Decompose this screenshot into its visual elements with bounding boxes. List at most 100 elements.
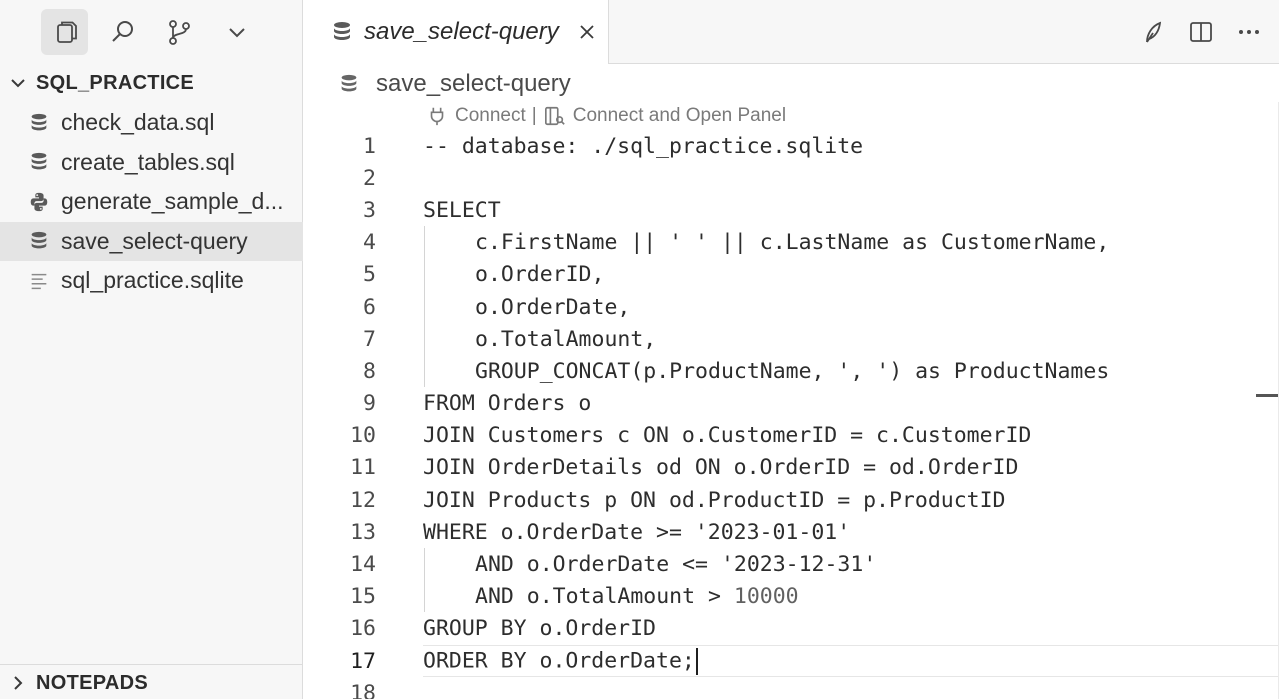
explorer-button[interactable] (41, 9, 88, 55)
code-line[interactable]: 12 JOIN Products p ON od.ProductID = p.Pr… (304, 484, 1279, 516)
code-line[interactable]: 8 GROUP_CONCAT(p.ProductName, ', ') as Pr… (304, 355, 1279, 387)
file-name: check_data.sql (61, 109, 215, 136)
code-text: GROUP_CONCAT(p.ProductName, ', ') as Pro… (475, 359, 1109, 384)
line-number: 6 (363, 294, 376, 320)
code-text-content: JOIN OrderDetails od ON o.OrderID = od.O… (423, 455, 1019, 481)
code-number-literal: 10000 (733, 584, 799, 610)
file-name: sql_practice.sqlite (61, 267, 244, 294)
line-number: 16 (350, 616, 376, 642)
editor-area: save_select-query save_select-query Conn… (304, 0, 1279, 699)
notepads-title: NOTEPADS (36, 671, 149, 694)
code-text-content: WHERE o.OrderDate >= '2023-01-01' (423, 519, 851, 545)
file-name: save_select-query (61, 227, 248, 254)
code-line[interactable]: 4 c.FirstName || ' ' || c.LastName as Cus… (304, 227, 1279, 259)
editor-actions (1135, 0, 1279, 64)
line-number: 5 (363, 262, 376, 288)
code-text-content: JOIN Products p ON od.ProductID = p.Prod… (423, 487, 1006, 513)
file-item[interactable]: sql_practice.sqlite (0, 261, 303, 301)
breadcrumb[interactable]: save_select-query (338, 68, 571, 100)
scrollbar-marker[interactable] (1256, 394, 1279, 397)
source-control-button[interactable] (155, 9, 202, 55)
line-number: 10 (350, 423, 376, 449)
code-line[interactable]: 18 (304, 677, 1279, 699)
code-editor[interactable]: 1 -- database: ./sql_practice.sqlite 2 3 SEL… (304, 130, 1279, 699)
code-text: JOIN Customers c ON o.CustomerID = c.Cus… (423, 423, 1031, 448)
file-name: generate_sample_d... (61, 188, 284, 215)
more-actions-button[interactable] (1231, 14, 1267, 50)
explorer-sidebar: SQL_PRACTICE check_data.sql create_tables… (0, 0, 303, 699)
database-icon (26, 228, 52, 254)
connect-link[interactable]: Connect (455, 105, 526, 127)
codelens: Connect | Connect and Open Panel (425, 102, 786, 130)
code-text: AND o.TotalAmount > 10000 (475, 584, 799, 609)
database-icon (338, 72, 362, 96)
code-line[interactable]: 13 WHERE o.OrderDate >= '2023-01-01' (304, 516, 1279, 548)
code-line[interactable]: 2 (304, 162, 1279, 194)
code-text-content: FROM Orders o (423, 391, 592, 417)
code-text: ORDER BY o.OrderDate; (423, 647, 698, 675)
code-text: JOIN Products p ON od.ProductID = p.Prod… (423, 488, 1005, 513)
code-line[interactable]: 11 JOIN OrderDetails od ON o.OrderID = od… (304, 452, 1279, 484)
split-editor-icon (1190, 22, 1212, 42)
code-line[interactable]: 10 JOIN Customers c ON o.CustomerID = c.C… (304, 420, 1279, 452)
code-line[interactable]: 5 o.OrderID, (304, 259, 1279, 291)
text-file-icon (26, 268, 52, 294)
notepads-header[interactable]: NOTEPADS (0, 666, 303, 699)
code-line[interactable]: 16 GROUP BY o.OrderID (304, 613, 1279, 645)
line-number: 17 (350, 648, 376, 674)
file-list: check_data.sql create_tables.sql generate_… (0, 103, 303, 301)
workspace-header[interactable]: SQL_PRACTICE (0, 65, 303, 101)
code-text-content: -- database: ./sql_practice.sqlite (423, 133, 864, 159)
line-number: 3 (363, 197, 376, 223)
code-line[interactable]: 9 FROM Orders o (304, 388, 1279, 420)
line-number: 15 (350, 584, 376, 610)
code-line[interactable]: 3 SELECT (304, 194, 1279, 226)
code-text-content: AND o.OrderDate <= '2023-12-31' (475, 552, 877, 578)
code-text: o.OrderID, (475, 262, 604, 287)
file-item[interactable]: check_data.sql (0, 103, 303, 143)
line-number: 4 (363, 230, 376, 256)
code-line-current[interactable]: 17 ORDER BY o.OrderDate; (350, 645, 1279, 678)
tab-save-select-query[interactable]: save_select-query (304, 0, 609, 64)
file-item[interactable]: create_tables.sql (0, 143, 303, 183)
code-line[interactable]: 6 o.OrderDate, (304, 291, 1279, 323)
code-line[interactable]: 15 AND o.TotalAmount > 10000 (304, 581, 1279, 613)
code-line[interactable]: 7 o.TotalAmount, (304, 323, 1279, 355)
more-views-button[interactable] (213, 9, 260, 55)
feather-button[interactable] (1135, 14, 1171, 50)
file-item[interactable]: save_select-query (0, 221, 303, 261)
line-number: 14 (350, 552, 376, 578)
python-icon (26, 189, 52, 215)
search-button[interactable] (99, 9, 146, 55)
code-text-content: ORDER BY o.OrderDate; (423, 648, 695, 674)
codelens-separator: | (531, 105, 537, 126)
line-number: 12 (350, 487, 376, 513)
chevron-down-icon (0, 73, 36, 93)
explorer-icon (56, 21, 77, 43)
database-icon (26, 110, 52, 136)
chevron-right-icon (0, 673, 36, 693)
code-text-content: o.OrderID, (475, 262, 605, 288)
code-text-content: SELECT (423, 197, 501, 223)
code-text: FROM Orders o (423, 391, 591, 416)
code-line[interactable]: 1 -- database: ./sql_practice.sqlite (304, 130, 1279, 162)
file-name: create_tables.sql (61, 148, 235, 175)
tab-bar: save_select-query (304, 0, 1279, 64)
source-control-icon (168, 20, 190, 45)
workspace-title: SQL_PRACTICE (36, 71, 195, 94)
file-item[interactable]: generate_sample_d... (0, 182, 303, 222)
code-text-content: AND o.TotalAmount > (475, 584, 734, 610)
code-text: JOIN OrderDetails od ON o.OrderID = od.O… (423, 455, 1018, 480)
code-text: SELECT (423, 198, 501, 223)
code-text: c.FirstName || ' ' || c.LastName as Cust… (475, 230, 1109, 255)
connect-open-panel-link[interactable]: Connect and Open Panel (573, 105, 786, 127)
code-line[interactable]: 14 AND o.OrderDate <= '2023-12-31' (304, 548, 1279, 580)
code-text-content: c.FirstName || ' ' || c.LastName as Cust… (475, 230, 1110, 256)
close-icon[interactable] (575, 20, 599, 44)
panel-icon (543, 104, 567, 128)
line-number: 8 (363, 358, 376, 384)
line-number: 11 (350, 455, 376, 481)
code-text: o.TotalAmount, (475, 327, 656, 352)
split-editor-button[interactable] (1183, 14, 1219, 50)
code-text: -- database: ./sql_practice.sqlite (423, 134, 863, 159)
